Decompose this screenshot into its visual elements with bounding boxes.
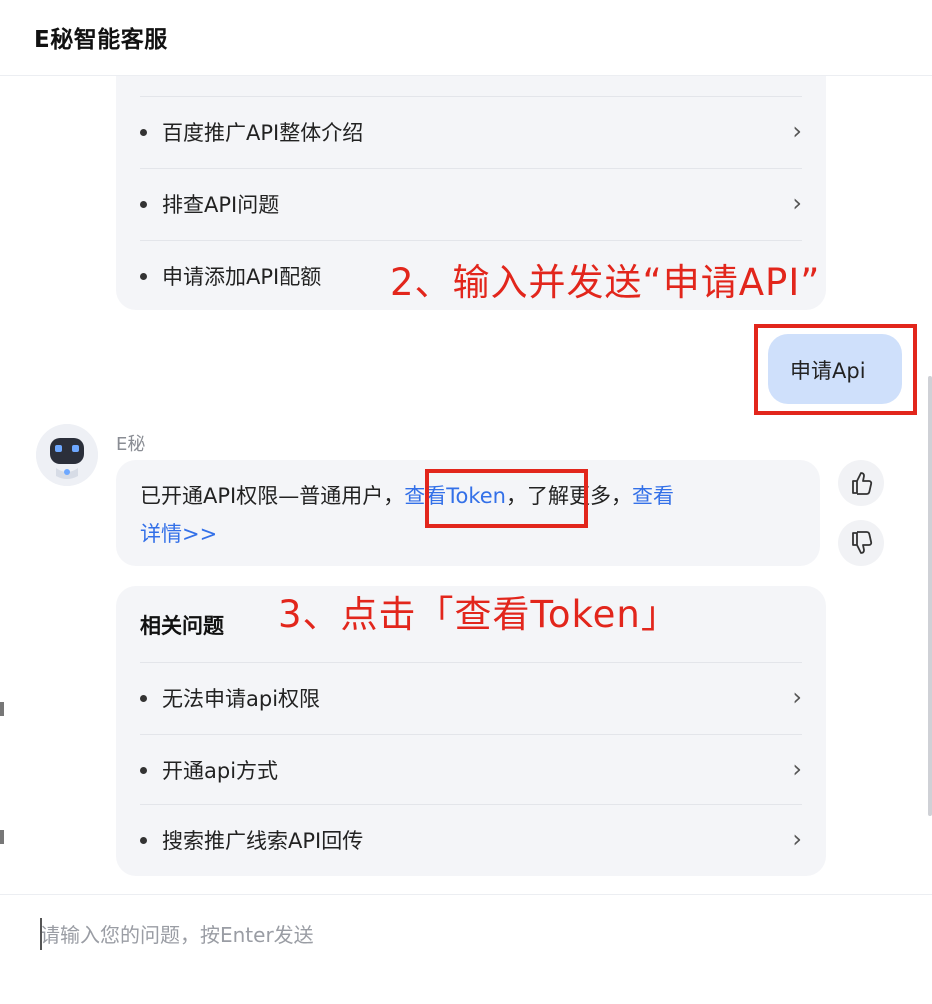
composer <box>0 894 932 1004</box>
chevron-right-icon: › <box>792 755 802 783</box>
annotation-step3: 3、点击「查看Token」 <box>278 593 679 636</box>
thumbs-up-icon <box>852 472 873 495</box>
faq-item[interactable]: 排查API问题 › <box>140 168 802 238</box>
bullet-icon <box>140 767 147 774</box>
annotation-box-step3 <box>425 469 588 528</box>
annotation-box-step2 <box>754 324 917 415</box>
view-details-link[interactable]: 详情>> <box>140 518 217 548</box>
chevron-right-icon: › <box>792 683 802 711</box>
robot-icon <box>36 424 98 486</box>
thumbs-down-icon <box>852 531 873 554</box>
faq-item-label: 百度推广API整体介绍 <box>162 121 364 145</box>
bullet-icon <box>140 201 147 208</box>
bullet-icon <box>140 695 147 702</box>
bullet-icon <box>140 837 147 844</box>
related-item-label: 搜索推广线索API回传 <box>162 829 364 853</box>
chevron-right-icon: › <box>792 825 802 853</box>
question-input[interactable] <box>40 915 900 955</box>
bot-name: E秘 <box>116 434 146 455</box>
annotation-step2: 2、输入并发送“申请API” <box>390 261 821 304</box>
faq-item[interactable]: 百度推广API整体介绍 › <box>140 96 802 166</box>
answer-text: 已开通API权限—普通用户， <box>140 484 405 508</box>
faq-item-label: 排查API问题 <box>162 193 280 217</box>
dislike-button[interactable] <box>838 520 884 566</box>
answer-line-1: 已开通API权限—普通用户，查看Token，了解更多，查看 <box>140 480 674 510</box>
bullet-icon <box>140 129 147 136</box>
bot-avatar <box>36 424 98 486</box>
edge-mark <box>0 830 4 844</box>
chevron-right-icon: › <box>792 189 802 217</box>
chat-scrollbar[interactable] <box>928 376 932 816</box>
view-details-link[interactable]: 查看 <box>632 484 674 508</box>
related-item[interactable]: 搜索推广线索API回传 › <box>140 804 802 874</box>
like-button[interactable] <box>838 460 884 506</box>
faq-item-label: 申请添加API配额 <box>162 265 322 289</box>
related-item[interactable]: 开通api方式 › <box>140 734 802 804</box>
page-title: E秘智能客服 <box>34 27 168 53</box>
chat-area[interactable]: 百度推广API整体介绍 › 排查API问题 › 申请添加API配额 2、输入并发… <box>0 76 932 894</box>
related-item[interactable]: 无法申请api权限 › <box>140 662 802 732</box>
chevron-right-icon: › <box>792 117 802 145</box>
related-questions-title: 相关问题 <box>140 614 224 638</box>
related-item-label: 无法申请api权限 <box>162 687 321 711</box>
chat-header: E秘智能客服 <box>0 0 932 76</box>
bullet-icon <box>140 273 147 280</box>
related-item-label: 开通api方式 <box>162 759 279 783</box>
edge-mark <box>0 702 4 716</box>
text-caret <box>40 918 42 950</box>
